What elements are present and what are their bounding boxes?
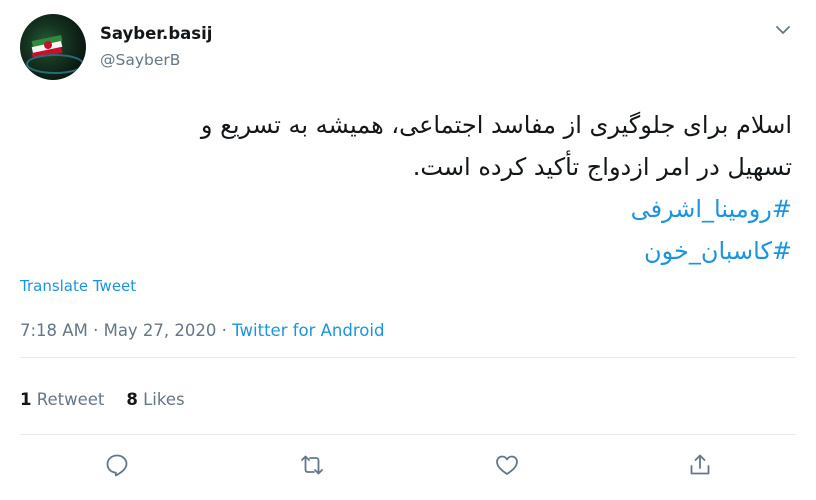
share-icon[interactable] xyxy=(687,452,715,480)
hashtag-link[interactable]: #کاسبان_خون xyxy=(12,230,792,272)
like-icon[interactable] xyxy=(494,452,522,480)
likes-count: 8 xyxy=(126,390,138,409)
translate-tweet-link[interactable]: Translate Tweet xyxy=(20,277,136,295)
tweet-metadata: 7:18 AM · May 27, 2020 · Twitter for And… xyxy=(20,321,384,340)
retweets-count: 1 xyxy=(20,390,32,409)
separator: · xyxy=(87,321,104,340)
tweet-text-line: اسلام برای جلوگیری از مفاسد اجتماعی، همی… xyxy=(200,111,792,139)
avatar-emblem xyxy=(44,41,52,49)
display-name[interactable]: Sayber.basij xyxy=(100,24,212,43)
retweets-stat[interactable]: 1 Retweet xyxy=(20,390,104,409)
avatar-ring xyxy=(26,54,84,74)
divider xyxy=(20,434,796,435)
tweet-time[interactable]: 7:18 AM xyxy=(20,321,88,340)
tweet-text: اسلام برای جلوگیری از مفاسد اجتماعی، همی… xyxy=(12,104,792,272)
avatar[interactable] xyxy=(20,14,86,80)
reply-icon[interactable] xyxy=(104,452,132,480)
retweet-icon[interactable] xyxy=(299,452,327,480)
divider xyxy=(20,357,796,358)
tweet-text-line: تسهیل در امر ازدواج تأکید کرده است. xyxy=(412,153,792,181)
chevron-down-icon[interactable] xyxy=(774,22,792,36)
hashtag-link[interactable]: #رومینا_اشرفی xyxy=(12,188,792,230)
separator: · xyxy=(216,321,233,340)
tweet-stats: 1 Retweet 8 Likes xyxy=(20,390,185,409)
tweet-date[interactable]: May 27, 2020 xyxy=(104,321,217,340)
tweet-source-link[interactable]: Twitter for Android xyxy=(232,321,384,340)
likes-stat[interactable]: 8 Likes xyxy=(126,390,184,409)
user-handle[interactable]: @SayberB xyxy=(100,51,180,69)
likes-label: Likes xyxy=(143,390,185,409)
retweets-label: Retweet xyxy=(36,390,105,409)
